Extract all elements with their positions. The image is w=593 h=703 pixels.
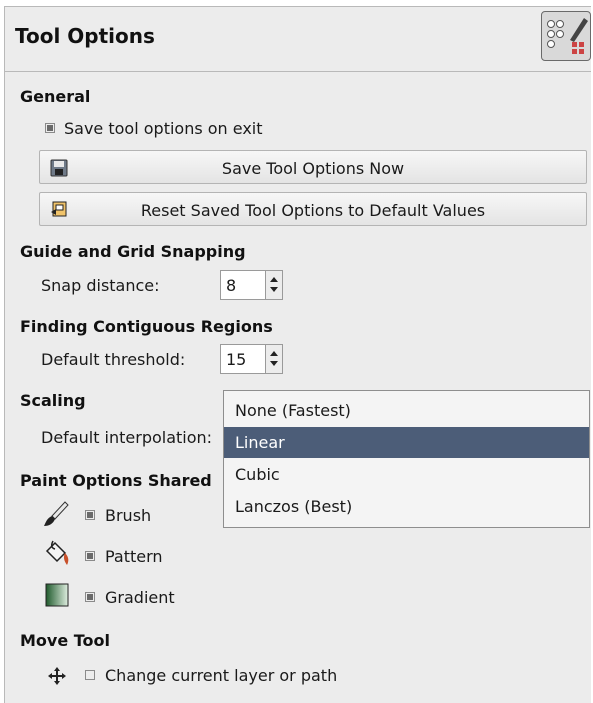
default-threshold-spinner[interactable]: 15 (220, 344, 283, 374)
section-general-heading: General (20, 87, 91, 106)
reset-tool-options-label: Reset Saved Tool Options to Default Valu… (140, 201, 486, 220)
save-tool-options-now-label: Save Tool Options Now (221, 159, 405, 178)
change-layer-label[interactable]: Change current layer or path (105, 666, 337, 685)
section-snapping-heading: Guide and Grid Snapping (20, 242, 246, 261)
brush-label[interactable]: Brush (105, 506, 151, 525)
snap-distance-value[interactable]: 8 (226, 276, 236, 295)
save-on-exit-checkbox[interactable] (45, 123, 55, 133)
change-layer-checkbox[interactable] (85, 670, 95, 680)
pattern-label[interactable]: Pattern (105, 547, 163, 566)
bucket-icon (45, 540, 69, 565)
section-scaling-heading: Scaling (20, 391, 86, 410)
snap-distance-spinner[interactable]: 8 (220, 270, 283, 300)
gradient-checkbox[interactable] (85, 592, 95, 602)
page-title: Tool Options (15, 24, 155, 48)
spinner-arrows-icon[interactable] (265, 271, 282, 299)
save-tool-options-now-button[interactable]: Save Tool Options Now (39, 150, 587, 184)
snap-distance-label: Snap distance: (41, 276, 160, 295)
reset-tool-options-button[interactable]: Reset Saved Tool Options to Default Valu… (39, 192, 587, 226)
brush-checkbox[interactable] (85, 510, 95, 520)
interpolation-option[interactable]: Lanczos (Best) (224, 491, 589, 522)
section-contiguous-heading: Finding Contiguous Regions (20, 317, 273, 336)
default-threshold-value[interactable]: 15 (226, 350, 246, 369)
gradient-label[interactable]: Gradient (105, 588, 175, 607)
pattern-checkbox[interactable] (85, 551, 95, 561)
move-tool-icon (48, 667, 66, 685)
section-move-heading: Move Tool (20, 631, 111, 650)
tool-options-grid-icon[interactable] (541, 11, 591, 61)
interpolation-option[interactable]: None (Fastest) (224, 395, 589, 426)
interpolation-option-selected[interactable]: Linear (224, 427, 589, 458)
save-on-exit-label[interactable]: Save tool options on exit (64, 119, 263, 138)
interpolation-dropdown[interactable]: None (Fastest) Linear Cubic Lanczos (Bes… (223, 390, 590, 528)
spinner-arrows-icon[interactable] (265, 345, 282, 373)
interpolation-option[interactable]: Cubic (224, 459, 589, 490)
default-interpolation-label: Default interpolation: (41, 428, 213, 447)
brush-icon (44, 501, 69, 526)
section-paint-heading: Paint Options Shared (20, 471, 212, 490)
panel-header: Tool Options (5, 7, 591, 72)
default-threshold-label: Default threshold: (41, 350, 186, 369)
tool-options-panel: Tool Options General Save tool options o… (4, 6, 591, 703)
gradient-icon (45, 583, 69, 607)
